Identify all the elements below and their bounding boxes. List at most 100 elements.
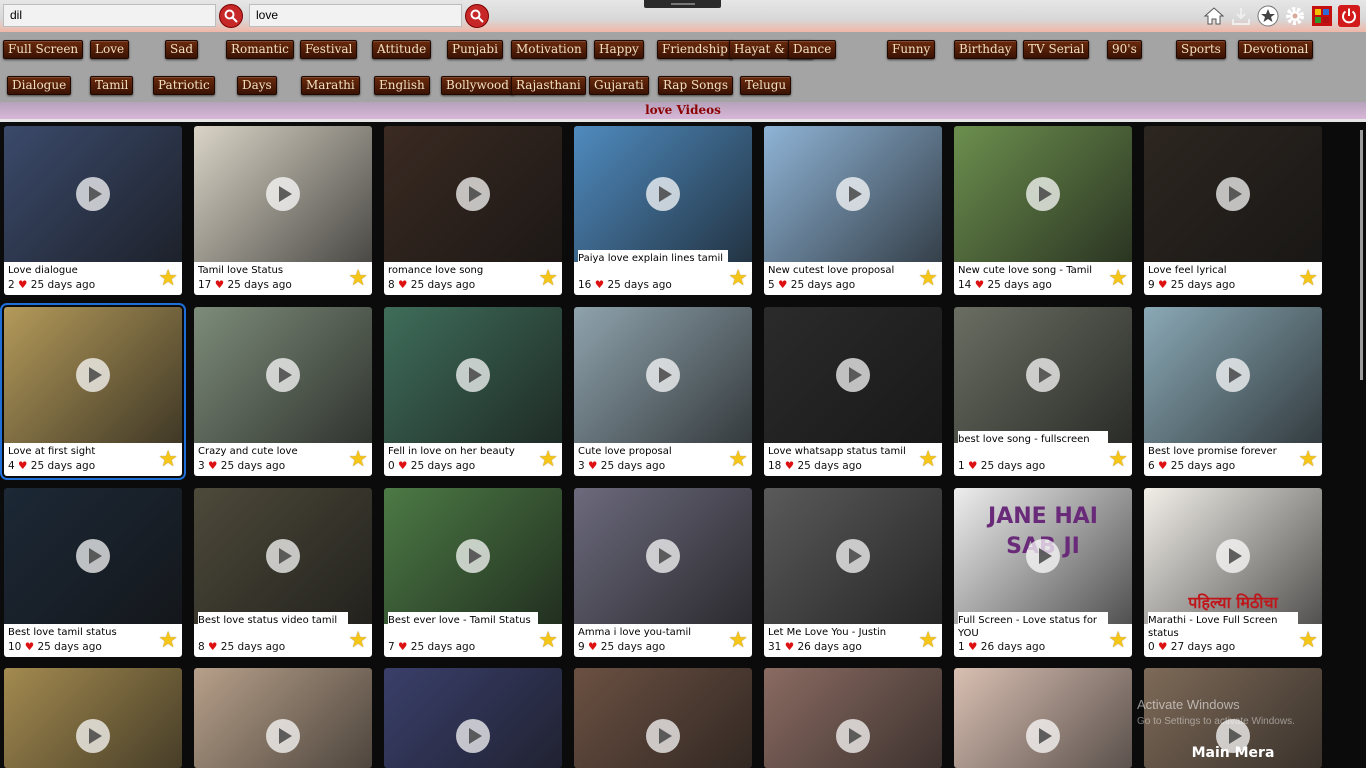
play-icon[interactable] — [1026, 358, 1060, 392]
video-thumbnail[interactable] — [194, 668, 372, 768]
favorite-star-icon[interactable]: ★ — [1298, 268, 1318, 290]
video-thumbnail[interactable] — [4, 668, 182, 768]
favorite-star-icon[interactable]: ★ — [348, 630, 368, 652]
vertical-scrollbar[interactable] — [1360, 130, 1363, 380]
favorite-star-icon[interactable]: ★ — [538, 268, 558, 290]
video-thumbnail[interactable] — [1144, 126, 1322, 262]
category-chip-devotional[interactable]: Devotional — [1238, 40, 1314, 59]
favorite-star-icon[interactable]: ★ — [918, 268, 938, 290]
video-thumbnail[interactable] — [764, 307, 942, 443]
category-chip-funny[interactable]: Funny — [887, 40, 936, 59]
video-thumbnail[interactable] — [954, 307, 1132, 443]
play-icon[interactable] — [266, 539, 300, 573]
video-card[interactable] — [574, 668, 752, 768]
video-card[interactable]: Love whatsapp status tamil 18 ♥ 25 days a… — [764, 307, 942, 476]
video-card[interactable]: Fell in love on her beauty 0 ♥ 25 days ag… — [384, 307, 562, 476]
favorite-star-icon[interactable]: ★ — [158, 630, 178, 652]
category-chip-tamil[interactable]: Tamil — [90, 76, 134, 95]
video-card[interactable]: Best love promise forever 6 ♥ 25 days ago… — [1144, 307, 1322, 476]
favorite-star-icon[interactable]: ★ — [348, 268, 368, 290]
category-chip-happy[interactable]: Happy — [594, 40, 644, 59]
search-button-primary[interactable] — [219, 4, 243, 28]
category-chip-dialogue[interactable]: Dialogue — [7, 76, 72, 95]
play-icon[interactable] — [646, 177, 680, 211]
search-input-secondary[interactable]: love — [249, 4, 462, 27]
favorite-star-icon[interactable]: ★ — [1108, 449, 1128, 471]
video-card[interactable]: Paiya love explain lines tamil 16 ♥ 25 da… — [574, 126, 752, 295]
video-thumbnail[interactable] — [194, 488, 372, 624]
category-chip-marathi[interactable]: Marathi — [301, 76, 360, 95]
category-chip-full-screen[interactable]: Full Screen — [3, 40, 84, 59]
video-card[interactable] — [384, 668, 562, 768]
category-chip-rap-songs[interactable]: Rap Songs — [658, 76, 733, 95]
favorite-star-icon[interactable]: ★ — [1298, 449, 1318, 471]
video-card[interactable]: Love dialogue 2 ♥ 25 days ago ★ — [4, 126, 182, 295]
video-card[interactable]: Love feel lyrical 9 ♥ 25 days ago ★ — [1144, 126, 1322, 295]
video-card[interactable]: Crazy and cute love 3 ♥ 25 days ago ★ — [194, 307, 372, 476]
category-chip-patriotic[interactable]: Patriotic — [153, 76, 215, 95]
video-card[interactable] — [764, 668, 942, 768]
video-thumbnail[interactable] — [384, 126, 562, 262]
category-chip-festival[interactable]: Festival — [300, 40, 358, 59]
category-chip-english[interactable]: English — [374, 76, 430, 95]
category-chip-sports[interactable]: Sports — [1176, 40, 1226, 59]
power-icon[interactable] — [1338, 5, 1360, 27]
video-thumbnail[interactable] — [954, 668, 1132, 768]
video-card[interactable]: Best ever love - Tamil Status 7 ♥ 25 days… — [384, 488, 562, 657]
favorite-star-icon[interactable]: ★ — [348, 449, 368, 471]
video-thumbnail[interactable] — [574, 126, 752, 262]
video-card[interactable] — [954, 668, 1132, 768]
video-card[interactable]: New cute love song - Tamil 14 ♥ 25 days a… — [954, 126, 1132, 295]
category-chip-gujarati[interactable]: Gujarati — [589, 76, 649, 95]
category-chip-days[interactable]: Days — [237, 76, 277, 95]
video-thumbnail[interactable] — [764, 668, 942, 768]
app-tiles-icon[interactable] — [1311, 5, 1333, 27]
category-chip-dance[interactable]: Dance — [788, 40, 837, 59]
play-icon[interactable] — [456, 719, 490, 753]
play-icon[interactable] — [646, 539, 680, 573]
video-thumbnail[interactable] — [574, 488, 752, 624]
play-icon[interactable] — [1026, 177, 1060, 211]
play-icon[interactable] — [1026, 539, 1060, 573]
category-chip-attitude[interactable]: Attitude — [372, 40, 432, 59]
play-icon[interactable] — [1216, 358, 1250, 392]
video-thumbnail[interactable]: JANE HAI SAB JI — [954, 488, 1132, 624]
category-chip-90-s[interactable]: 90's — [1107, 40, 1142, 59]
video-thumbnail[interactable] — [384, 307, 562, 443]
video-card[interactable]: Best love status video tamil 8 ♥ 25 days … — [194, 488, 372, 657]
home-icon[interactable] — [1203, 5, 1225, 27]
favorite-star-icon[interactable]: ★ — [728, 268, 748, 290]
video-thumbnail[interactable] — [384, 668, 562, 768]
video-thumbnail[interactable] — [384, 488, 562, 624]
video-thumbnail[interactable] — [764, 488, 942, 624]
play-icon[interactable] — [836, 539, 870, 573]
play-icon[interactable] — [456, 358, 490, 392]
video-thumbnail[interactable] — [194, 126, 372, 262]
play-icon[interactable] — [836, 719, 870, 753]
video-card[interactable]: Let Me Love You - Justin 31 ♥ 26 days ago… — [764, 488, 942, 657]
video-card[interactable]: best love song - fullscreen 1 ♥ 25 days a… — [954, 307, 1132, 476]
play-icon[interactable] — [1216, 539, 1250, 573]
favorites-star-icon[interactable] — [1257, 5, 1279, 27]
window-drag-handle[interactable] — [644, 0, 721, 8]
play-icon[interactable] — [266, 358, 300, 392]
play-icon[interactable] — [836, 358, 870, 392]
video-thumbnail[interactable] — [954, 126, 1132, 262]
favorite-star-icon[interactable]: ★ — [728, 630, 748, 652]
play-icon[interactable] — [646, 719, 680, 753]
play-icon[interactable] — [76, 539, 110, 573]
category-chip-friendship[interactable]: Friendship — [657, 40, 733, 59]
favorite-star-icon[interactable]: ★ — [1298, 630, 1318, 652]
play-icon[interactable] — [456, 539, 490, 573]
video-card[interactable]: Cute love proposal 3 ♥ 25 days ago ★ — [574, 307, 752, 476]
video-card[interactable]: Tamil love Status 17 ♥ 25 days ago ★ — [194, 126, 372, 295]
play-icon[interactable] — [836, 177, 870, 211]
video-thumbnail[interactable] — [4, 488, 182, 624]
category-chip-tv-serial[interactable]: TV Serial — [1023, 40, 1090, 59]
video-card[interactable]: Amma i love you-tamil 9 ♥ 25 days ago ★ — [574, 488, 752, 657]
play-icon[interactable] — [76, 719, 110, 753]
video-card[interactable]: Best love tamil status 10 ♥ 25 days ago ★ — [4, 488, 182, 657]
category-chip-love[interactable]: Love — [90, 40, 130, 59]
category-chip-sad[interactable]: Sad — [165, 40, 199, 59]
video-thumbnail[interactable] — [1144, 307, 1322, 443]
